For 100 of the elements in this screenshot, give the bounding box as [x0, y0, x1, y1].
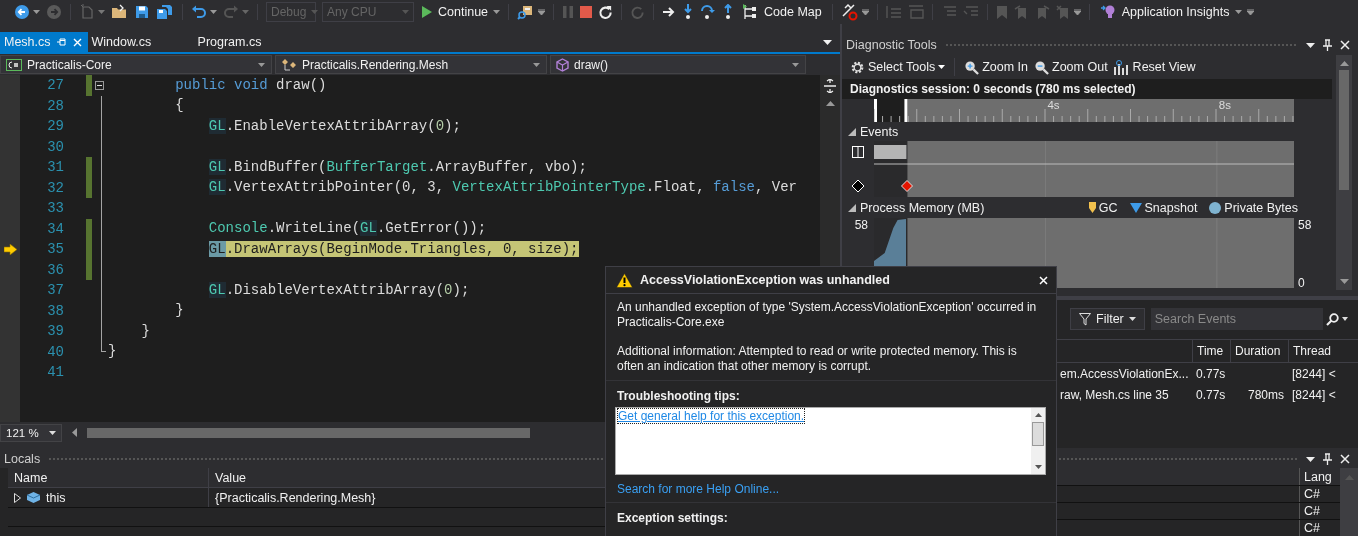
funnel-icon — [1079, 312, 1091, 326]
code-line: } — [140, 321, 150, 341]
axis-label: 58 — [1298, 218, 1312, 232]
section-heading: Troubleshooting tips: — [617, 389, 741, 403]
file-tab[interactable]: Window.cs — [87, 32, 194, 52]
scrollbar-thumb[interactable] — [1032, 422, 1044, 446]
application-insights-button[interactable]: Application Insights — [1097, 2, 1245, 22]
caret-icon[interactable] — [33, 10, 40, 14]
caret-icon — [402, 10, 409, 14]
table-cell: em.AccessViolationEx... — [1060, 366, 1189, 381]
help-link[interactable]: Get general help for this exception. — [618, 409, 805, 423]
expanded-triangle-icon[interactable] — [848, 203, 856, 212]
caret-icon — [533, 62, 540, 67]
caret-icon[interactable] — [1342, 317, 1348, 321]
column-header[interactable]: Time — [1192, 340, 1230, 362]
caret-icon[interactable] — [538, 9, 546, 15]
stop-icon[interactable] — [580, 6, 593, 18]
code-line: GL.DisableVertexAttribArray(0); — [207, 280, 470, 300]
step-into-icon[interactable] — [682, 4, 695, 20]
code-line: } — [174, 301, 184, 321]
caret-icon — [49, 430, 56, 435]
collapse-icon[interactable] — [94, 80, 104, 90]
close-icon[interactable] — [1340, 454, 1350, 464]
search-field[interactable]: Search Events — [1150, 308, 1323, 330]
exception-event-marker[interactable] — [901, 180, 914, 192]
line-number: 36 — [46, 261, 64, 278]
column-header[interactable]: Thread — [1288, 340, 1350, 362]
caret-icon[interactable] — [493, 10, 501, 14]
search-icon[interactable] — [1326, 312, 1339, 326]
break-icon — [852, 146, 864, 158]
scroll-down-icon[interactable] — [1339, 279, 1349, 284]
filter-button[interactable]: Filter — [1070, 308, 1145, 330]
caret-icon[interactable] — [861, 9, 869, 15]
arrow-right-icon[interactable] — [662, 5, 677, 19]
diagnostic-tool-button[interactable]: Reset View — [1113, 59, 1196, 75]
back-icon[interactable] — [14, 4, 30, 20]
code-map-button[interactable]: Code Map — [740, 2, 824, 22]
table-cell: [8244] < — [1292, 366, 1336, 381]
vertical-scrollbar[interactable] — [1340, 468, 1358, 536]
horizontal-scrollbar-thumb[interactable] — [87, 427, 530, 438]
legend-label: GC — [1098, 200, 1118, 215]
diamond-icon — [851, 179, 865, 193]
navigation-dropdown[interactable]: draw() — [550, 55, 806, 74]
line-number: 35 — [46, 241, 64, 258]
code-line: } — [107, 342, 117, 362]
hierarchy-icon — [742, 4, 759, 20]
line-number: 32 — [46, 179, 64, 196]
zoom-out-icon — [1034, 59, 1050, 75]
expanded-triangle-icon[interactable] — [848, 127, 856, 136]
step-over-icon[interactable] — [700, 4, 717, 20]
zoom-dropdown[interactable]: 121 % — [0, 423, 62, 442]
navigation-dropdown[interactable]: Practicalis-Core — [0, 55, 272, 74]
caret-icon — [938, 65, 946, 69]
pin-icon[interactable] — [1323, 39, 1332, 51]
panel-title: Locals — [4, 452, 41, 466]
diagnostic-tool-button[interactable]: Zoom Out — [1034, 59, 1108, 75]
cube-icon — [556, 57, 569, 72]
scroll-left-icon[interactable] — [72, 428, 77, 437]
time-label: 8s — [1218, 99, 1231, 111]
diagnostic-tool-button[interactable]: Zoom In — [964, 59, 1029, 75]
close-icon[interactable] — [1340, 40, 1350, 50]
open-folder-icon[interactable] — [111, 4, 128, 20]
column-header[interactable]: Duration — [1230, 340, 1288, 362]
caret-icon[interactable] — [823, 39, 832, 45]
scroll-up-icon[interactable] — [1034, 413, 1042, 417]
section-title: Events — [860, 124, 899, 139]
line-number: 38 — [46, 302, 64, 319]
caret-icon[interactable] — [1306, 456, 1315, 462]
vertical-scrollbar[interactable] — [1336, 55, 1352, 290]
scroll-up-icon[interactable] — [825, 101, 835, 106]
breakpoint-icon[interactable] — [840, 3, 859, 21]
caret-icon[interactable] — [1247, 9, 1255, 15]
file-tab[interactable]: Program.cs — [193, 32, 300, 52]
caret-icon[interactable] — [210, 10, 217, 14]
settings-icon — [850, 59, 865, 75]
line-number: 29 — [46, 118, 64, 135]
expand-triangle-icon[interactable] — [14, 492, 21, 503]
scroll-up-icon[interactable] — [1339, 61, 1349, 66]
pin-icon[interactable] — [1323, 453, 1332, 465]
split-handle-icon[interactable] — [824, 79, 836, 93]
line-number: 33 — [46, 200, 64, 217]
line-number: 28 — [46, 97, 64, 114]
caret-icon[interactable] — [1306, 42, 1315, 48]
save-icon[interactable] — [134, 4, 150, 20]
navigation-dropdown[interactable]: Practicalis.Rendering.Mesh — [275, 55, 547, 74]
undo-icon[interactable] — [191, 4, 207, 20]
axis-label: 0 — [1298, 276, 1306, 290]
continue-button[interactable]: Continue — [420, 3, 491, 21]
reset-view-icon — [1113, 59, 1130, 75]
save-all-icon[interactable] — [156, 4, 174, 20]
csharp-project-icon — [6, 58, 22, 71]
code-line: { — [174, 96, 184, 116]
timeline-ruler[interactable] — [874, 99, 1294, 122]
table-cell: raw, Mesh.cs line 35 — [1060, 387, 1169, 402]
diagnostic-tool-button[interactable]: Select Tools — [850, 59, 946, 75]
caret-icon[interactable] — [1073, 9, 1081, 15]
restart-icon[interactable] — [598, 4, 614, 20]
column-header[interactable]: Name — [8, 468, 208, 487]
line-number: 31 — [46, 159, 64, 176]
caret-icon — [1128, 317, 1136, 321]
